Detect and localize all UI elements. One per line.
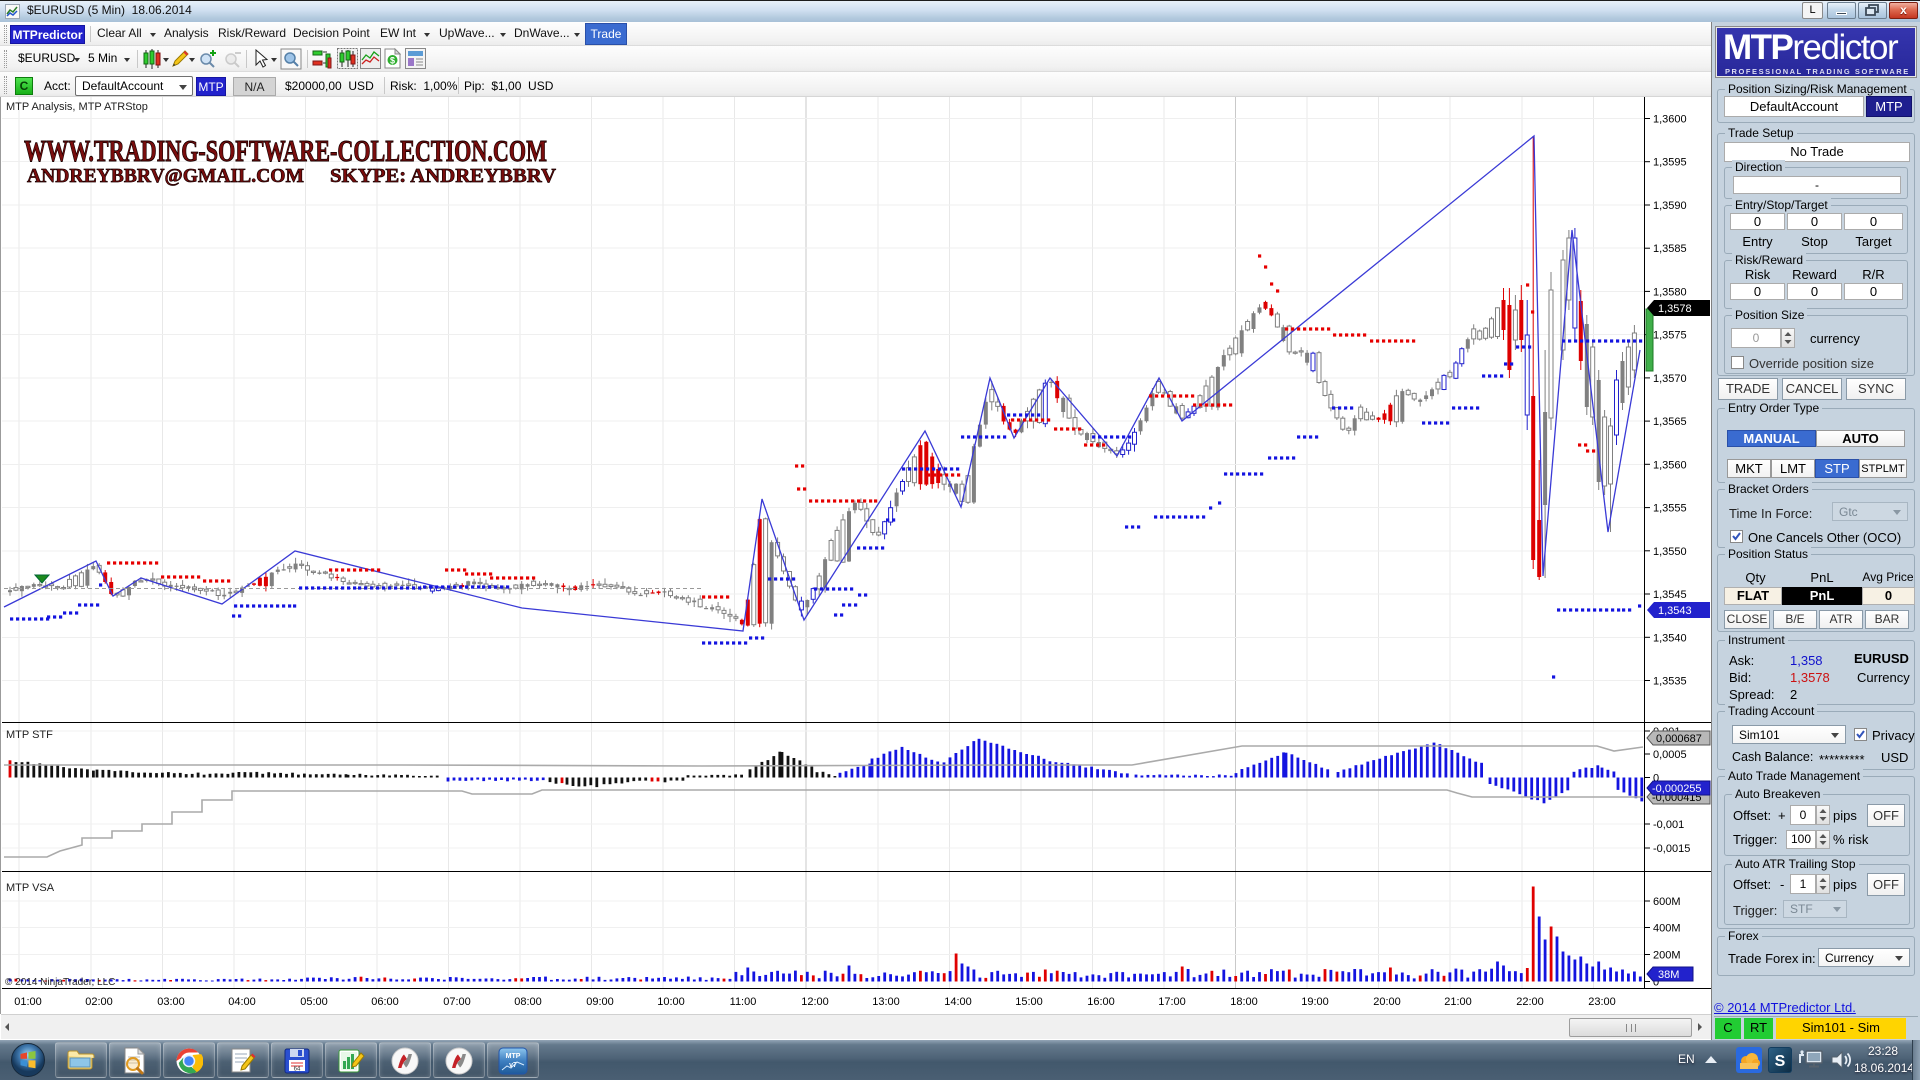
svg-text:17:00: 17:00 xyxy=(1158,996,1186,1008)
svg-text:1,3578: 1,3578 xyxy=(1658,303,1692,315)
svg-text:0,0005: 0,0005 xyxy=(1653,749,1687,761)
svg-text:1,3550: 1,3550 xyxy=(1653,546,1687,558)
svg-text:WWW.TRADING-SOFTWARE-COLLECTIO: WWW.TRADING-SOFTWARE-COLLECTION.COM xyxy=(24,133,547,168)
svg-text:MTP VSA: MTP VSA xyxy=(6,882,55,894)
svg-text:SKYPE: ANDREYBBRV: SKYPE: ANDREYBBRV xyxy=(330,165,557,187)
svg-text:1,3560: 1,3560 xyxy=(1653,459,1687,471)
svg-text:1,3555: 1,3555 xyxy=(1653,503,1687,515)
svg-text:1,3565: 1,3565 xyxy=(1653,416,1687,428)
svg-text:12:00: 12:00 xyxy=(801,996,829,1008)
svg-text:1,3540: 1,3540 xyxy=(1653,632,1687,644)
svg-text:07:00: 07:00 xyxy=(443,996,471,1008)
svg-text:05:00: 05:00 xyxy=(300,996,328,1008)
svg-text:0,000687: 0,000687 xyxy=(1656,733,1702,745)
svg-text:$: $ xyxy=(390,56,395,66)
svg-text:23:00: 23:00 xyxy=(1588,996,1616,1008)
svg-text:-0,0015: -0,0015 xyxy=(1653,843,1690,855)
svg-text:1,3545: 1,3545 xyxy=(1653,589,1687,601)
svg-text:01:00: 01:00 xyxy=(14,996,42,1008)
svg-text:600M: 600M xyxy=(1653,896,1681,908)
svg-text:09:00: 09:00 xyxy=(586,996,614,1008)
svg-text:64: 64 xyxy=(294,1067,301,1073)
svg-text:14:00: 14:00 xyxy=(944,996,972,1008)
svg-text:1,3575: 1,3575 xyxy=(1653,330,1687,342)
svg-text:10:00: 10:00 xyxy=(657,996,685,1008)
svg-text:S: S xyxy=(1775,1053,1786,1070)
svg-text:38M: 38M xyxy=(1658,969,1679,981)
svg-text:MTP STF: MTP STF xyxy=(6,729,53,741)
svg-text:© 2014 NinjaTrader, LLC: © 2014 NinjaTrader, LLC xyxy=(5,977,115,988)
svg-text:400M: 400M xyxy=(1653,923,1681,935)
svg-text:ANDREYBBRV@GMAIL.COM: ANDREYBBRV@GMAIL.COM xyxy=(27,165,304,187)
svg-text:06:00: 06:00 xyxy=(371,996,399,1008)
svg-text:-0,001: -0,001 xyxy=(1653,819,1684,831)
svg-text:1,3595: 1,3595 xyxy=(1653,157,1687,169)
svg-text:02:00: 02:00 xyxy=(85,996,113,1008)
svg-text:15:00: 15:00 xyxy=(1015,996,1043,1008)
svg-text:-0,000255: -0,000255 xyxy=(1652,783,1702,795)
svg-text:MTP Analysis, MTP ATRStop: MTP Analysis, MTP ATRStop xyxy=(6,101,148,113)
svg-text:16:00: 16:00 xyxy=(1087,996,1115,1008)
svg-text:21:00: 21:00 xyxy=(1444,996,1472,1008)
svg-text:1,3570: 1,3570 xyxy=(1653,373,1687,385)
svg-text:1,3600: 1,3600 xyxy=(1653,114,1687,126)
svg-text:04:00: 04:00 xyxy=(228,996,256,1008)
svg-text:08:00: 08:00 xyxy=(514,996,542,1008)
svg-text:1,3535: 1,3535 xyxy=(1653,676,1687,688)
svg-text:1,3585: 1,3585 xyxy=(1653,243,1687,255)
svg-text:MTP: MTP xyxy=(506,1053,521,1060)
svg-text:03:00: 03:00 xyxy=(157,996,185,1008)
svg-text:13:00: 13:00 xyxy=(872,996,900,1008)
svg-text:11:00: 11:00 xyxy=(730,996,757,1008)
svg-text:18:00: 18:00 xyxy=(1230,996,1258,1008)
svg-text:1,3543: 1,3543 xyxy=(1658,605,1692,617)
svg-text:22:00: 22:00 xyxy=(1516,996,1544,1008)
svg-text:1,3590: 1,3590 xyxy=(1653,200,1687,212)
svg-text:20:00: 20:00 xyxy=(1373,996,1401,1008)
svg-text:200M: 200M xyxy=(1653,950,1681,962)
svg-text:1,3580: 1,3580 xyxy=(1653,286,1687,298)
svg-text:19:00: 19:00 xyxy=(1301,996,1329,1008)
